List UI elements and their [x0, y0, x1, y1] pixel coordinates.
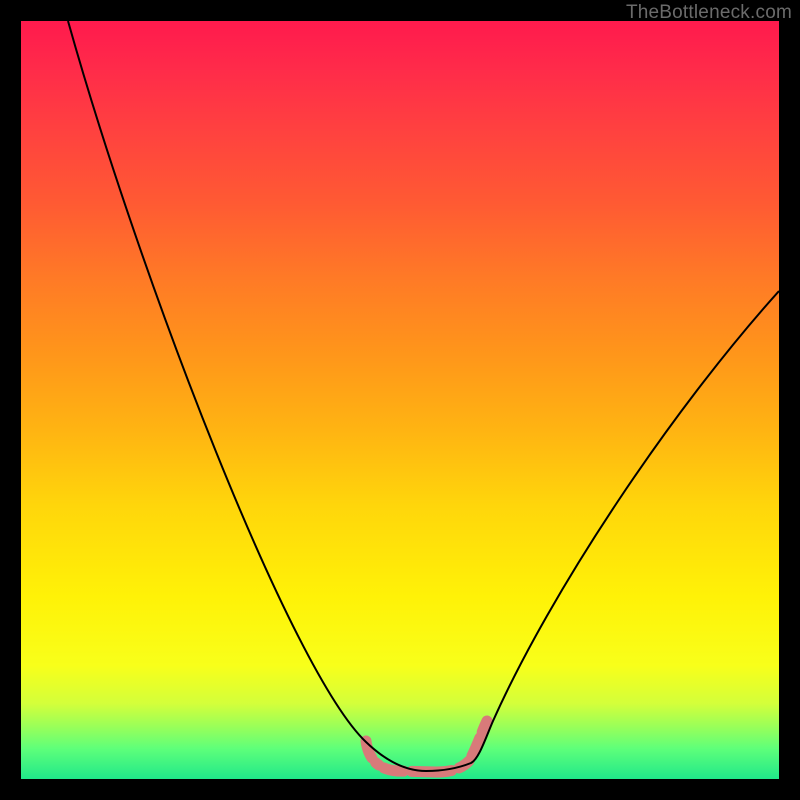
curve-overlay — [21, 21, 779, 779]
bottleneck-curve — [68, 21, 779, 771]
chart-frame: TheBottleneck.com — [0, 0, 800, 800]
plot-area — [21, 21, 779, 779]
watermark-label: TheBottleneck.com — [626, 2, 792, 24]
